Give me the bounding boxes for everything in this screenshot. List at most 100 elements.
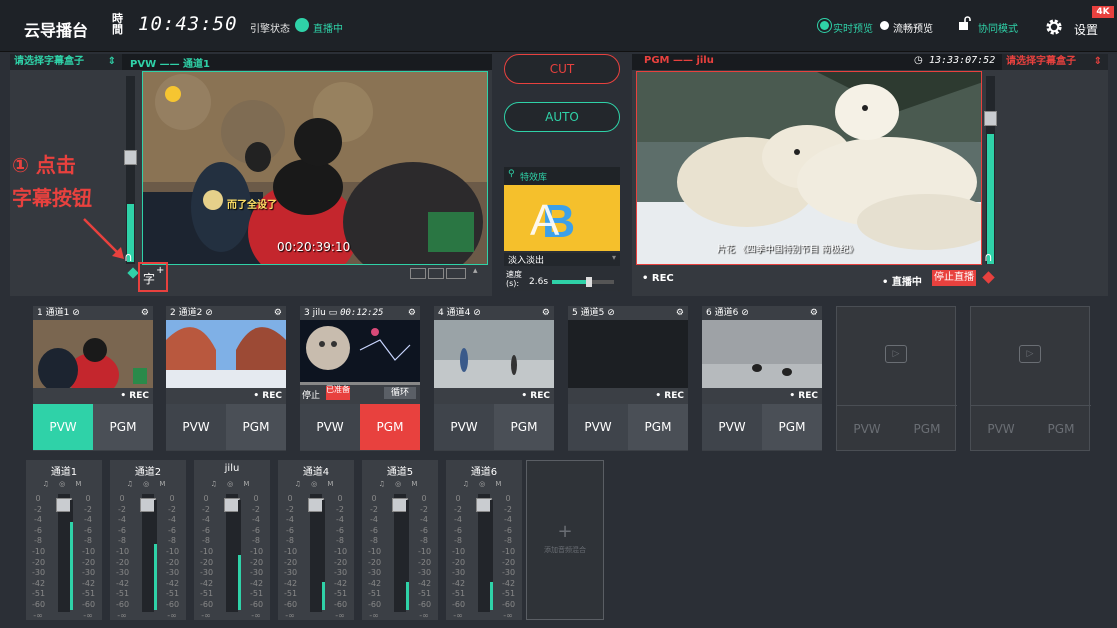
channel-card-2[interactable]: 2 通道2 ⊘ ⚙ • REC PVW PGM (166, 306, 286, 451)
channel-card-3[interactable]: 3 jilu ▭ 00:12:25 ⚙ 停止 已准备 循环 PVW PGM (300, 306, 420, 451)
audio-scale-tick: -30 (418, 568, 432, 578)
audio-scale-tick: -42 (334, 578, 348, 588)
speed-slider-track[interactable] (552, 277, 614, 287)
audio-strip-icons[interactable]: ♫ ◎ M (26, 480, 102, 488)
pgm-subtitle-select[interactable]: 请选择字幕盒子 ⇕ (1002, 54, 1108, 70)
channel-card-5[interactable]: 5 通道5 ⊘ ⚙ • REC PVW PGM (568, 306, 688, 451)
unlock-icon[interactable] (958, 16, 972, 30)
play-icon: ▷ (1019, 345, 1041, 363)
channel-pvw-button[interactable]: PVW (300, 404, 360, 450)
live-dot-icon (295, 18, 309, 32)
audio-scale-tick: -60 (334, 599, 348, 609)
audio-strip[interactable]: 通道1 ♫ ◎ M 0 -2 -4 -6 -8 -10 -20 -30 -42 -51 -60 -∞ 0 -2… (26, 460, 102, 620)
stop-button[interactable]: 停止 (302, 388, 320, 401)
realtime-preview-label[interactable]: 实时预览 (833, 20, 873, 35)
channel-card-1[interactable]: 1 通道1 ⊘ ⚙ • REC PVW PGM (33, 306, 153, 451)
audio-level-meter (154, 500, 157, 610)
channel-pgm-button[interactable]: PGM (494, 404, 554, 450)
transition-select[interactable]: 淡入淡出 ▾ (504, 253, 620, 266)
smooth-preview-label[interactable]: 流畅预览 (893, 20, 933, 35)
channel-pgm-button[interactable]: PGM (897, 405, 957, 451)
channel-pvw-button[interactable]: PVW (166, 404, 226, 450)
channel-pvw-button[interactable]: PVW (971, 405, 1031, 451)
caption-button[interactable]: 字 + (138, 262, 168, 292)
pvw-volume-handle[interactable] (124, 150, 137, 165)
audio-scale-tick: -42 (452, 578, 466, 588)
layout-icon-2[interactable] (428, 268, 444, 279)
audio-scale-tick: -30 (166, 568, 180, 578)
audio-strip[interactable]: 通道5 ♫ ◎ M 0 -2 -4 -6 -8 -10 -20 -30 -42 -51 -60 -∞ 0 -2… (362, 460, 438, 620)
layout-icon-3[interactable] (446, 268, 466, 279)
audio-scale-tick: -60 (284, 599, 298, 609)
audio-scale-tick: -20 (334, 557, 348, 567)
channel-pgm-button[interactable]: PGM (762, 404, 822, 450)
audio-scale-tick: -60 (250, 599, 264, 609)
audio-scale-tick: -∞ (335, 610, 345, 620)
pvw-subtitle-select[interactable]: 请选择字幕盒子 ⇕ (10, 54, 122, 70)
cut-button[interactable]: CUT (504, 54, 620, 84)
effects-title: 特效库 (520, 173, 548, 183)
channel-pgm-button[interactable]: PGM (1031, 405, 1091, 451)
channel-rec: • REC (521, 391, 550, 401)
audio-strip[interactable]: 通道4 ♫ ◎ M 0 -2 -4 -6 -8 -10 -20 -30 -42 -51 -60 -∞ 0 -2… (278, 460, 354, 620)
gear-icon[interactable]: ⚙ (810, 306, 818, 320)
audio-level-meter (322, 500, 325, 610)
collab-mode-link[interactable]: 协同模式 (978, 20, 1018, 35)
pgm-volume-handle[interactable] (984, 111, 997, 126)
channel-pgm-button[interactable]: PGM (628, 404, 688, 450)
gear-icon[interactable]: ⚙ (542, 306, 550, 320)
channel-pvw-button[interactable]: PVW (568, 404, 628, 450)
audio-strip[interactable]: 通道2 ♫ ◎ M 0 -2 -4 -6 -8 -10 -20 -30 -42 -51 -60 -∞ 0 -2… (110, 460, 186, 620)
audio-strip-icons[interactable]: ♫ ◎ M (362, 480, 438, 488)
audio-scale-tick: -30 (334, 568, 348, 578)
channel-pvw-button[interactable]: PVW (434, 404, 494, 450)
audio-scale-tick: -20 (452, 557, 466, 567)
audio-scale-tick: -20 (200, 557, 214, 567)
channel-pvw-button[interactable]: PVW (702, 404, 762, 450)
add-audio-mix-button[interactable]: + 添加音频混合 (526, 460, 604, 620)
empty-channel-slot-1[interactable]: ▷ PVW PGM (836, 306, 957, 451)
audio-scale-tick: -60 (200, 599, 214, 609)
layout-more-icon[interactable]: ▴ (473, 266, 478, 276)
smooth-preview-radio[interactable] (880, 21, 889, 30)
audio-strip[interactable]: 通道6 ♫ ◎ M 0 -2 -4 -6 -8 -10 -20 -30 -42 -51 -60 -∞ 0 -2… (446, 460, 522, 620)
audio-scale-right: 0 -2 -4 -6 -8 -10 -20 -30 -42 -51 -60 -∞ (502, 494, 515, 621)
channel-pgm-button[interactable]: PGM (360, 404, 420, 450)
empty-channel-slot-2[interactable]: ▷ PVW PGM (970, 306, 1091, 451)
audio-scale-tick: -42 (82, 578, 96, 588)
audio-scale-tick: -4 (84, 515, 92, 525)
gear-icon[interactable] (1045, 18, 1063, 36)
audio-scale-tick: 0 (203, 494, 209, 503)
audio-strip-icons[interactable]: ♫ ◎ M (278, 480, 354, 488)
stop-live-button[interactable]: 停止直播 (932, 270, 976, 286)
loop-button[interactable]: 循环 (384, 387, 416, 399)
headphone-icon[interactable]: ∩ (984, 250, 993, 264)
channel-pvw-button[interactable]: PVW (33, 404, 93, 450)
realtime-preview-radio[interactable] (820, 21, 829, 30)
audio-strip[interactable]: jilu ♫ ◎ M 0 -2 -4 -6 -8 -10 -20 -30 -42 -51 -60 -∞ 0-… (194, 460, 270, 620)
app-title: 云导播台 (24, 21, 89, 40)
gear-icon[interactable]: ⚙ (141, 306, 149, 320)
channel-pgm-button[interactable]: PGM (226, 404, 286, 450)
layout-icon-1[interactable] (410, 268, 426, 279)
audio-strip-icons[interactable]: ♫ ◎ M (110, 480, 186, 488)
channel-pvw-button[interactable]: PVW (837, 405, 897, 451)
channel-card-4[interactable]: 4 通道4 ⊘ ⚙ • REC PVW PGM (434, 306, 554, 451)
channel-card-6[interactable]: 6 通道6 ⊘ ⚙ • REC PVW PGM (702, 306, 822, 451)
speed-slider-handle[interactable] (586, 277, 593, 287)
audio-strip-icons[interactable]: ♫ ◎ M (194, 480, 270, 488)
gear-icon[interactable]: ⚙ (676, 306, 684, 320)
gear-icon[interactable]: ⚙ (274, 306, 282, 320)
auto-button[interactable]: AUTO (504, 102, 620, 132)
playback-progress[interactable] (300, 382, 420, 385)
audio-scale-tick: -4 (118, 515, 126, 525)
audio-strip-name: 通道5 (386, 467, 414, 478)
audio-strip-icons[interactable]: ♫ ◎ M (446, 480, 522, 488)
gear-icon[interactable]: ⚙ (408, 306, 416, 320)
channel-pgm-button[interactable]: PGM (93, 404, 153, 450)
audio-scale-tick: -6 (252, 525, 260, 535)
settings-button[interactable]: 设置 (1074, 21, 1098, 38)
transition-thumbnail[interactable]: B A (504, 185, 620, 251)
audio-scale-tick: -4 (202, 515, 210, 525)
audio-scale-tick: 0 (119, 494, 125, 503)
